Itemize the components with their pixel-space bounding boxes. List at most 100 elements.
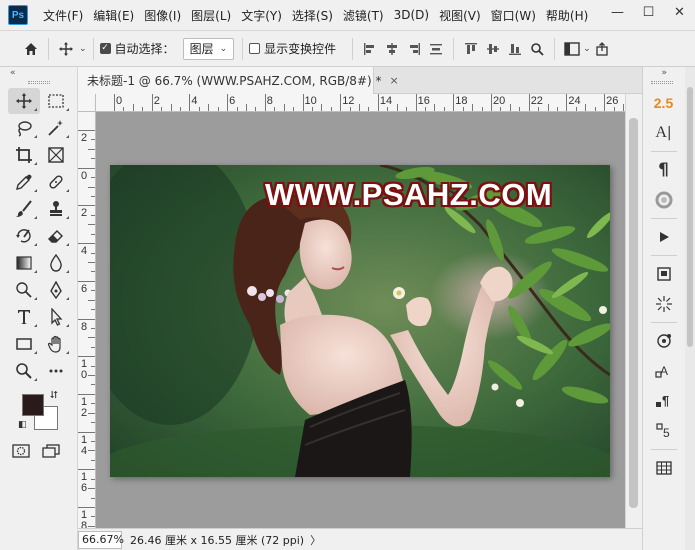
eyedropper-tool[interactable] xyxy=(8,169,40,195)
menu-help[interactable]: 帮助(H) xyxy=(541,7,593,24)
clone-stamp-tool[interactable] xyxy=(40,196,72,222)
zoom-field[interactable]: 66.67% xyxy=(78,530,124,549)
align-horizontal-center-icon[interactable] xyxy=(381,38,403,60)
more-tools-icon[interactable] xyxy=(40,358,72,384)
align-vertical-center-icon[interactable] xyxy=(482,38,504,60)
menu-type[interactable]: 文字(Y) xyxy=(236,7,287,24)
share-icon[interactable] xyxy=(591,38,613,60)
search-icon[interactable] xyxy=(526,38,548,60)
menu-image[interactable]: 图像(I) xyxy=(139,7,186,24)
frame-tool[interactable] xyxy=(40,142,72,168)
swap-colors-icon[interactable]: ⮃ xyxy=(50,390,58,401)
move-tool[interactable] xyxy=(8,88,40,114)
minimize-button[interactable]: — xyxy=(602,0,633,25)
type-tool[interactable] xyxy=(8,304,40,330)
ruler-minor-tick xyxy=(547,104,549,111)
panel-grip[interactable] xyxy=(27,81,50,84)
gradient-tool[interactable] xyxy=(8,250,40,276)
menu-window[interactable]: 窗口(W) xyxy=(486,7,541,24)
ruler-minor-tick xyxy=(91,441,95,443)
path-selection-tool[interactable] xyxy=(40,304,72,330)
dodge-tool[interactable] xyxy=(8,277,40,303)
ruler-label: 6 xyxy=(229,95,236,107)
menu-file[interactable]: 文件(F) xyxy=(38,7,88,24)
menu-layer[interactable]: 图层(L) xyxy=(186,7,236,24)
chevron-down-icon[interactable]: ⌄ xyxy=(79,44,87,54)
workspace-icon[interactable] xyxy=(561,38,583,60)
vertical-ruler[interactable]: 2024681012141618 xyxy=(78,112,96,528)
table-panel-icon[interactable] xyxy=(645,453,682,483)
panel-grip[interactable] xyxy=(651,81,673,84)
ruler-minor-tick xyxy=(509,104,511,111)
home-icon[interactable] xyxy=(20,38,42,60)
paragraph-styles-icon[interactable]: ¶ xyxy=(645,386,682,416)
chevron-down-icon[interactable]: ⌄ xyxy=(583,44,591,54)
crop-tool[interactable] xyxy=(8,142,40,168)
align-left-icon[interactable] xyxy=(359,38,381,60)
character-panel-icon[interactable]: A | xyxy=(645,118,682,148)
menu-edit[interactable]: 编辑(E) xyxy=(88,7,139,24)
horizontal-ruler[interactable]: 0 2 4 6 8 10 12 14 16 18 20 22 24 26 xyxy=(96,94,625,112)
screen-mode-icon[interactable] xyxy=(42,444,62,461)
zoom-tool[interactable] xyxy=(8,358,40,384)
lasso-tool[interactable] xyxy=(8,115,40,141)
show-transform-checkbox[interactable] xyxy=(249,43,261,54)
scrollbar-thumb[interactable] xyxy=(629,118,638,508)
menu-select[interactable]: 选择(S) xyxy=(287,7,338,24)
eraser-tool[interactable] xyxy=(40,223,72,249)
vertical-scrollbar[interactable] xyxy=(625,94,642,528)
menu-filter[interactable]: 滤镜(T) xyxy=(338,7,389,24)
close-window-button[interactable]: ✕ xyxy=(664,0,695,25)
align-bottom-icon[interactable] xyxy=(504,38,526,60)
collapse-panel-icon[interactable]: « xyxy=(0,67,77,79)
ruler-minor-tick xyxy=(91,252,95,254)
brush-settings-icon[interactable] xyxy=(645,289,682,319)
marquee-tool[interactable] xyxy=(40,88,72,114)
document-tab[interactable]: 未标题-1 @ 66.7% (WWW.PSAHZ.COM, RGB/8#) * … xyxy=(78,67,399,94)
history-panel-icon[interactable] xyxy=(645,185,682,215)
libraries-icon[interactable] xyxy=(645,259,682,289)
history-brush-tool[interactable] xyxy=(8,223,40,249)
ruler-major-tick xyxy=(377,94,379,111)
canvas-area[interactable]: WWW.PSAHZ.COM xyxy=(96,112,625,528)
scrollbar-thumb[interactable] xyxy=(687,87,693,347)
move-tool-preset-icon[interactable] xyxy=(55,38,77,60)
ruler-label: 10 xyxy=(304,95,317,107)
maximize-button[interactable]: ☐ xyxy=(633,0,664,25)
auto-select-checkbox[interactable]: ✓ xyxy=(99,43,111,54)
foreground-color-swatch[interactable] xyxy=(22,394,44,416)
menu-view[interactable]: 视图(V) xyxy=(434,7,486,24)
character-styles-icon[interactable]: A xyxy=(645,356,682,386)
ruler-corner[interactable] xyxy=(78,94,96,112)
status-menu-arrow[interactable]: 〉 xyxy=(310,532,321,548)
paragraph-panel-icon[interactable]: ¶ xyxy=(645,155,682,185)
pen-tool[interactable] xyxy=(40,277,72,303)
rectangle-tool[interactable] xyxy=(8,331,40,357)
version-badge[interactable]: 2.5 xyxy=(645,88,682,118)
magic-wand-tool[interactable] xyxy=(40,115,72,141)
auto-select-label: 自动选择： xyxy=(114,42,175,56)
ruler-minor-tick xyxy=(396,104,398,111)
default-colors-icon[interactable]: ◧ xyxy=(18,420,27,430)
ruler-label: 8 xyxy=(81,520,88,528)
quick-mask-icon[interactable] xyxy=(12,444,30,461)
auto-select-target-dropdown[interactable]: 图层 ⌄ xyxy=(182,37,235,60)
ruler-minor-tick xyxy=(91,365,95,367)
ruler-minor-tick xyxy=(283,104,285,111)
document-image[interactable]: WWW.PSAHZ.COM xyxy=(110,165,610,477)
blur-tool[interactable] xyxy=(40,250,72,276)
ruler-minor-tick xyxy=(91,177,95,179)
healing-brush-tool[interactable] xyxy=(40,169,72,195)
align-top-icon[interactable] xyxy=(460,38,482,60)
ruler-minor-tick xyxy=(142,107,144,111)
actions-play-icon[interactable] xyxy=(645,222,682,252)
glyphs-icon[interactable]: 5 xyxy=(645,416,682,446)
channels-icon[interactable] xyxy=(645,326,682,356)
menu-3d[interactable]: 3D(D) xyxy=(389,8,434,22)
align-right-icon[interactable] xyxy=(403,38,425,60)
distribute-vertical-icon[interactable] xyxy=(425,38,447,60)
hand-tool[interactable] xyxy=(40,331,72,357)
close-tab-icon[interactable]: × xyxy=(390,74,399,87)
brush-tool[interactable] xyxy=(8,196,40,222)
right-panel-scrollbar[interactable] xyxy=(685,67,695,550)
